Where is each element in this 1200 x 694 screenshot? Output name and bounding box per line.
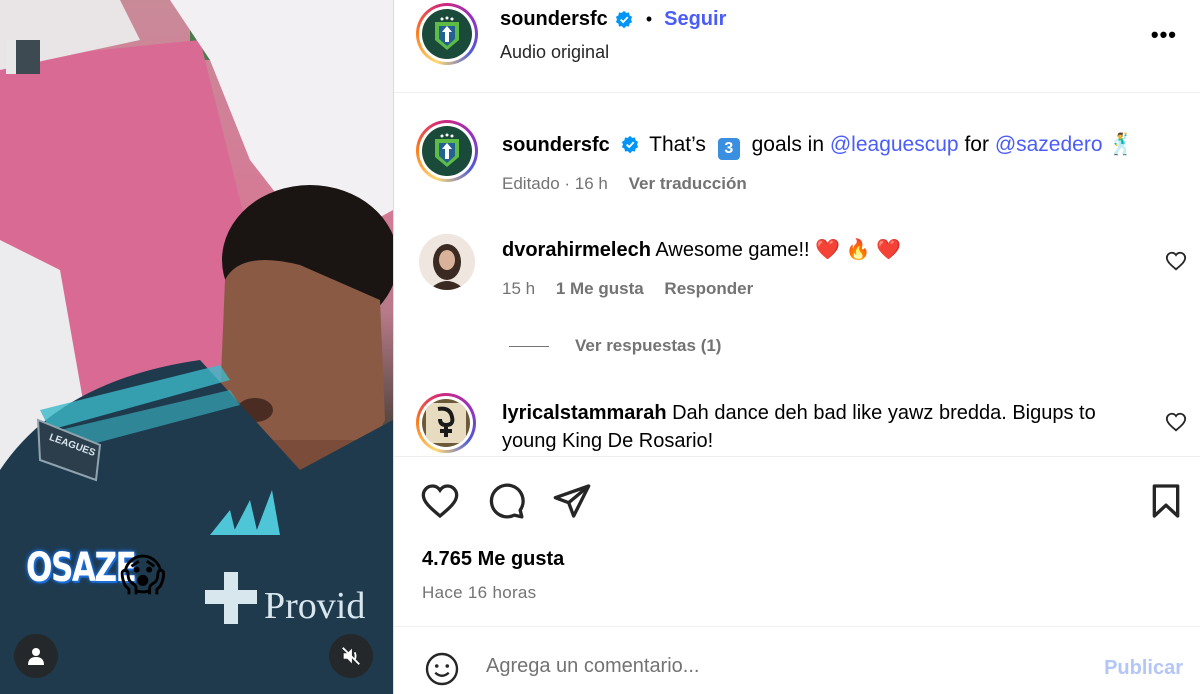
verified-icon [621,136,638,154]
comment-body: lyricalstammarah Dah dance deh bad like … [502,399,1152,455]
mention-sazedero-link[interactable]: @sazedero [995,133,1103,156]
commenter-avatar[interactable] [419,234,475,290]
edited-label: Editado [502,174,560,193]
comment-like-button[interactable] [1165,250,1187,272]
comment-text: Awesome game!! ❤️ 🔥 ❤️ [655,239,901,261]
overlay-caption: OSAZE [26,545,137,591]
comment-username[interactable]: dvorahirmelech [502,239,651,261]
avatar-photo [419,234,475,290]
comment-time[interactable]: 15 h [502,279,535,298]
save-button[interactable] [1146,481,1186,521]
caption-timestamp[interactable]: 16 h [575,174,608,193]
sponsor-text: Provid [264,585,366,627]
header-username[interactable]: soundersfc [500,8,608,31]
caption-meta: Editado · 16 h Ver traducción [502,174,747,193]
comment-input[interactable] [486,655,1066,678]
separator-dot: • [645,9,653,29]
likes-count[interactable]: 4.765 Me gusta [422,548,564,571]
comment-button[interactable] [486,481,526,521]
mute-button[interactable] [329,634,373,678]
sounders-logo-icon [435,16,459,50]
bookmark-icon [1152,484,1180,518]
caption-text-for: for [964,133,989,156]
original-audio-link[interactable]: Audio original [500,42,609,63]
header-user-row: soundersfc • Seguir [500,8,726,31]
adinkra-symbol-icon [426,403,466,443]
profile-avatar[interactable] [416,3,478,65]
heart-outline-icon [1165,251,1187,271]
user-icon [28,648,44,665]
emoji-picker-button[interactable] [424,651,460,687]
post-actions: 4.765 Me gusta Hace 16 horas [394,456,1200,626]
comment-username[interactable]: lyricalstammarah [502,402,667,424]
dance-emoji: 🕺 [1108,133,1135,156]
see-translation-button[interactable]: Ver traducción [629,174,747,193]
mute-icon [342,647,360,665]
more-options-button[interactable]: ••• [1151,22,1177,48]
comment-bubble-icon [489,483,525,519]
scream-emoji: 😱 [120,551,166,600]
smiley-icon [425,652,459,686]
sounders-logo-icon [435,133,459,167]
keycap-three-emoji: 3 [717,138,740,160]
tagged-users-button[interactable] [14,634,58,678]
view-replies-label: Ver respuestas (1) [575,336,722,355]
comment-likes-count[interactable]: 1 Me gusta [556,279,644,298]
post-time-ago[interactable]: Hace 16 horas [422,583,536,603]
reply-button[interactable]: Responder [664,279,753,298]
commenter-avatar[interactable] [416,393,476,453]
caption-text-pre: That’s [649,133,706,156]
caption-text-mid: goals in [751,133,825,156]
publish-button[interactable]: Publicar [1104,657,1183,680]
view-replies-button[interactable]: Ver respuestas (1) [509,336,721,356]
follow-button[interactable]: Seguir [664,8,726,31]
post-header: soundersfc • Seguir Audio original ••• [394,0,1200,93]
paper-plane-icon [553,484,591,518]
comment-body: dvorahirmelech Awesome game!! ❤️ 🔥 ❤️ [502,236,901,264]
video-player[interactable]: Provid LEAGUES OSAZE 😱 [0,0,393,694]
corner-marker [6,40,40,74]
comment-composer: Publicar [394,626,1200,694]
caption-username[interactable]: soundersfc [502,134,610,156]
comment-like-button[interactable] [1165,411,1187,433]
verified-icon [615,10,632,28]
heart-outline-icon [1165,412,1187,432]
mention-leaguescup-link[interactable]: @leaguescup [830,133,959,156]
share-button[interactable] [552,481,592,521]
caption-text: soundersfc That’s 3 goals in @leaguescup… [502,132,1182,160]
replies-divider [509,345,549,347]
comment-meta: 15 h 1 Me gusta Responder [502,279,753,299]
like-button[interactable] [420,481,460,521]
caption-avatar[interactable] [416,120,478,182]
post-panel: soundersfc • Seguir Audio original ••• s… [393,0,1200,694]
heart-icon [421,484,459,519]
